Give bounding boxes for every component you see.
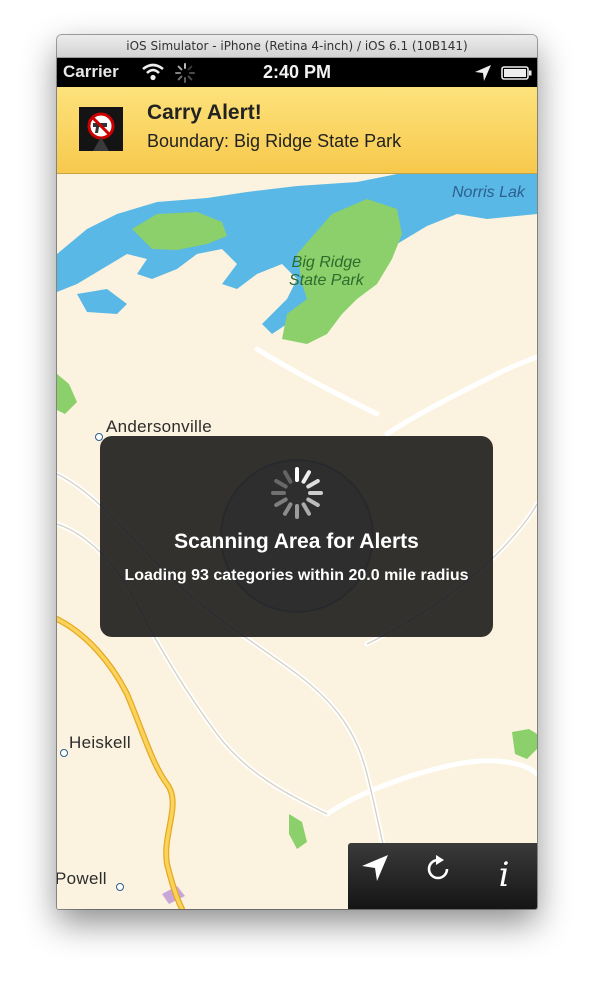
refresh-button[interactable]	[422, 853, 466, 897]
carry-alert-banner[interactable]: Carry Alert! Boundary: Big Ridge State P…	[57, 87, 537, 176]
powell-marker	[116, 883, 124, 891]
heiskell-marker	[60, 749, 68, 757]
battery-icon	[501, 66, 533, 85]
location-services-icon	[474, 64, 492, 87]
highway	[57, 616, 185, 909]
banner-subtitle: Boundary: Big Ridge State Park	[147, 131, 402, 151]
info-icon: i	[498, 855, 510, 895]
park-area-south	[289, 814, 307, 849]
andersonville-label: Andersonville	[106, 417, 212, 436]
heiskell-label: Heiskell	[69, 733, 131, 752]
hud-detail: Loading 93 categories within 20.0 mile r…	[124, 567, 469, 584]
info-button[interactable]: i	[482, 853, 526, 897]
lake-label: Norris Lak	[452, 184, 525, 201]
status-time: 2:40 PM	[262, 62, 332, 82]
locate-me-button[interactable]	[360, 853, 404, 897]
park-area-west	[57, 374, 77, 414]
powell-label: Powell	[57, 869, 107, 888]
loading-hud: Scanning Area for Alerts Loading 93 cate…	[100, 436, 493, 637]
lake-inlet	[77, 289, 127, 314]
simulator-title: iOS Simulator - iPhone (Retina 4-inch) /…	[126, 39, 468, 53]
status-bar: Carrier 2:40 PM	[57, 58, 537, 87]
no-gun-icon	[79, 107, 123, 151]
map-toolbar: i	[348, 843, 537, 909]
banner-title: Carry Alert!	[147, 101, 262, 124]
map-view[interactable]: Norris Lak Big Ridge State Park Anderson…	[57, 174, 537, 909]
park-area-southeast	[512, 729, 537, 759]
park-label: Big Ridge State Park	[289, 254, 364, 289]
simulator-window: iOS Simulator - iPhone (Retina 4-inch) /…	[57, 35, 537, 909]
hud-title: Scanning Area for Alerts	[174, 530, 419, 553]
simulator-title-bar: iOS Simulator - iPhone (Retina 4-inch) /…	[57, 35, 537, 58]
